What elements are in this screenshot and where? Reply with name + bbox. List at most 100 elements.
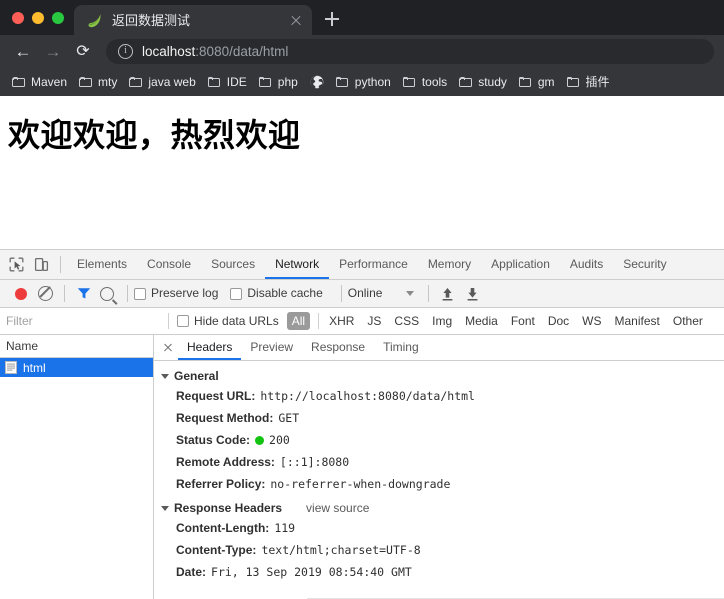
toolbar-divider (64, 285, 65, 302)
type-filter-js[interactable]: JS (362, 312, 386, 330)
type-filter-manifest[interactable]: Manifest (610, 312, 665, 330)
inspect-element-icon[interactable] (4, 252, 29, 277)
address-bar[interactable]: localhost:8080/data/html (106, 39, 714, 64)
devtools-tab-elements[interactable]: Elements (67, 250, 137, 279)
close-icon[interactable] (158, 335, 178, 360)
bookmark-plugins[interactable]: 插件 (561, 71, 616, 93)
view-source-link[interactable]: view source (306, 501, 369, 515)
record-icon (15, 288, 27, 300)
header-row: Request URL: http://localhost:8080/data/… (154, 385, 724, 407)
devtools-tab-console[interactable]: Console (137, 250, 201, 279)
bookmark-globe[interactable] (304, 71, 330, 93)
disable-cache-option[interactable]: Disable cache (230, 280, 322, 307)
chevron-down-icon (161, 374, 169, 379)
header-value: [::1]:8080 (280, 451, 349, 473)
bookmark-label: java web (148, 71, 195, 93)
export-har-button[interactable] (460, 281, 485, 306)
chevron-down-icon (161, 506, 169, 511)
type-filter-xhr[interactable]: XHR (324, 312, 359, 330)
detail-tabbar: Headers Preview Response Timing (154, 335, 724, 361)
bookmark-python[interactable]: python (330, 71, 397, 93)
minimize-window-button[interactable] (32, 12, 44, 24)
network-toolbar: Preserve log Disable cache Online (0, 280, 724, 308)
site-info-icon[interactable] (118, 44, 133, 59)
devtools-tab-security[interactable]: Security (613, 250, 676, 279)
devtools-tab-sources[interactable]: Sources (201, 250, 265, 279)
devtools-tab-audits[interactable]: Audits (560, 250, 613, 279)
network-filterbar: Hide data URLs All XHR JS CSS Img Media … (0, 308, 724, 335)
folder-icon (129, 77, 143, 88)
clear-button[interactable] (33, 281, 58, 306)
type-filter-other[interactable]: Other (668, 312, 708, 330)
type-filter-img[interactable]: Img (427, 312, 457, 330)
bookmark-java-web[interactable]: java web (123, 71, 201, 93)
request-name: html (23, 361, 46, 375)
request-list: Name html (0, 335, 154, 599)
tab-close-icon[interactable] (288, 12, 304, 28)
preserve-log-option[interactable]: Preserve log (134, 280, 218, 307)
bookmark-ide[interactable]: IDE (202, 71, 253, 93)
device-toolbar-icon[interactable] (29, 252, 54, 277)
zoom-window-button[interactable] (52, 12, 64, 24)
headers-content[interactable]: General Request URL: http://localhost:80… (154, 361, 724, 599)
filter-input[interactable] (0, 309, 160, 333)
bookmarks-bar: Maven mty java web IDE php (0, 68, 724, 96)
detail-tab-timing[interactable]: Timing (374, 335, 428, 360)
type-filter-media[interactable]: Media (460, 312, 503, 330)
hide-data-urls-checkbox[interactable] (177, 315, 189, 327)
reload-button[interactable]: ⟳ (70, 39, 96, 65)
header-key: Request Method: (176, 407, 273, 429)
browser-tab[interactable]: 返回数据测试 (74, 5, 312, 35)
url-host: localhost (142, 44, 195, 59)
folder-icon (403, 77, 417, 88)
detail-tab-headers[interactable]: Headers (178, 335, 241, 360)
close-window-button[interactable] (12, 12, 24, 24)
bookmark-study[interactable]: study (453, 71, 513, 93)
throttling-dropdown[interactable]: Online (348, 280, 415, 307)
devtools-panel: Elements Console Sources Network Perform… (0, 249, 724, 599)
record-button[interactable] (8, 281, 33, 306)
bookmark-label: mty (98, 71, 117, 93)
bookmark-label: Maven (31, 71, 67, 93)
bookmark-maven[interactable]: Maven (6, 71, 73, 93)
search-icon (100, 287, 114, 301)
bookmark-php[interactable]: php (253, 71, 304, 93)
devtools-tab-application[interactable]: Application (481, 250, 560, 279)
bookmark-mty[interactable]: mty (73, 71, 123, 93)
bookmark-tools[interactable]: tools (397, 71, 453, 93)
navigation-toolbar: ← → ⟳ localhost:8080/data/html (0, 35, 724, 68)
header-value: text/html;charset=UTF-8 (261, 539, 420, 561)
response-headers-section: Response Headers view source Content-Len… (154, 499, 724, 587)
response-headers-section-title[interactable]: Response Headers view source (154, 499, 724, 517)
detail-tab-preview[interactable]: Preview (241, 335, 302, 360)
preserve-log-checkbox[interactable] (134, 288, 146, 300)
filter-button[interactable] (71, 281, 96, 306)
devtools-tab-memory[interactable]: Memory (418, 250, 481, 279)
section-title-text: Response Headers (174, 501, 282, 515)
import-har-button[interactable] (435, 281, 460, 306)
upload-icon (441, 287, 454, 301)
devtools-tab-network[interactable]: Network (265, 250, 329, 279)
type-filter-all[interactable]: All (287, 312, 310, 330)
filterbar-divider (168, 313, 169, 329)
folder-icon (79, 77, 93, 88)
detail-tab-response[interactable]: Response (302, 335, 374, 360)
forward-button[interactable]: → (40, 39, 66, 65)
bookmark-gm[interactable]: gm (513, 71, 561, 93)
type-filter-ws[interactable]: WS (577, 312, 606, 330)
header-value: 200 (269, 429, 290, 451)
disable-cache-checkbox[interactable] (230, 288, 242, 300)
general-section-title[interactable]: General (154, 367, 724, 385)
new-tab-button[interactable] (318, 5, 346, 33)
devtools-tab-performance[interactable]: Performance (329, 250, 418, 279)
table-row[interactable]: html (0, 358, 153, 377)
toolbar-divider (127, 285, 128, 302)
header-key: Status Code: (176, 429, 250, 451)
hide-data-urls-option[interactable]: Hide data URLs (177, 308, 279, 335)
header-value: Fri, 13 Sep 2019 08:54:40 GMT (211, 561, 412, 583)
type-filter-doc[interactable]: Doc (543, 312, 574, 330)
search-button[interactable] (96, 281, 121, 306)
type-filter-css[interactable]: CSS (389, 312, 424, 330)
back-button[interactable]: ← (10, 39, 36, 65)
type-filter-font[interactable]: Font (506, 312, 540, 330)
